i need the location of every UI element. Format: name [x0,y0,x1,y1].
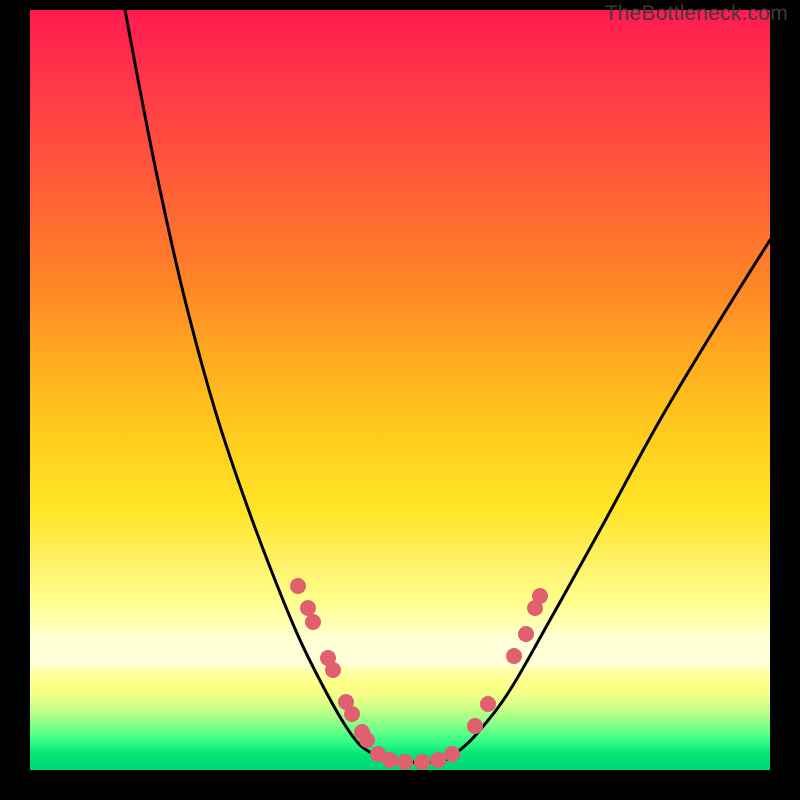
curve-markers [290,578,548,770]
curve-marker [300,600,316,616]
curve-line [125,10,770,762]
curve-marker [325,662,341,678]
curve-marker [518,626,534,642]
curve-marker [290,578,306,594]
bottleneck-curve [125,10,770,762]
curve-marker [467,718,483,734]
outer-frame: TheBottleneck.com [0,0,800,800]
curve-marker [414,754,430,770]
curve-marker [359,732,375,748]
curve-marker [305,614,321,630]
curve-marker [397,754,413,770]
curve-marker [480,696,496,712]
curve-marker [344,706,360,722]
watermark-text: TheBottleneck.com [605,2,788,26]
chart-svg [30,10,770,770]
curve-marker [444,746,460,762]
curve-marker [430,752,446,768]
plot-area [30,10,770,770]
curve-marker [532,588,548,604]
curve-marker [382,752,398,768]
curve-marker [506,648,522,664]
